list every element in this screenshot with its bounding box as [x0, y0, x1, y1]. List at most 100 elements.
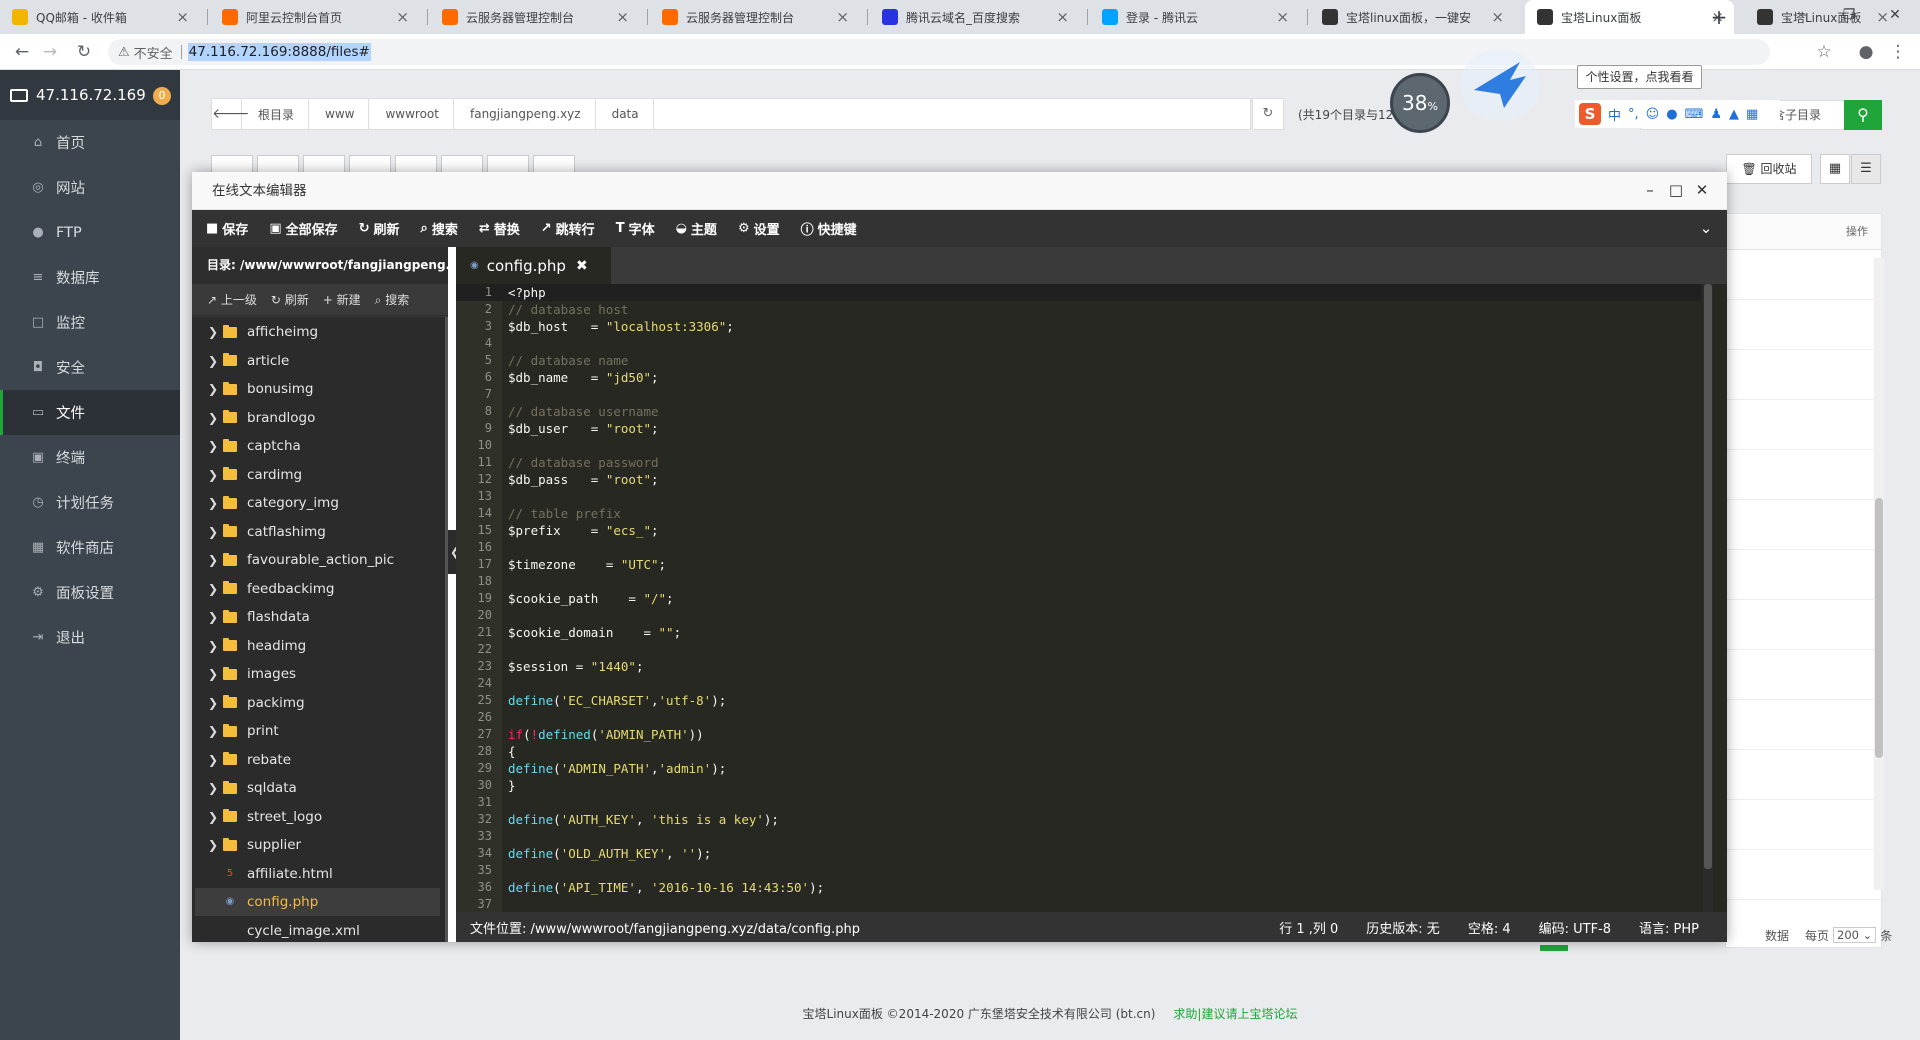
chevron-right-icon[interactable]: ❯ [203, 525, 223, 539]
sidebar-item-home[interactable]: ⌂ 首页 [0, 120, 180, 165]
code-line[interactable]: 35 [456, 862, 1701, 879]
file-action-refresh[interactable]: ↻ 刷新 [271, 291, 309, 308]
refresh-dir-button[interactable]: ↻ [1252, 98, 1284, 130]
sidebar-item-gear[interactable]: ⚙ 面板设置 [0, 570, 180, 615]
close-tab-icon[interactable]: ✖ [576, 258, 588, 274]
file-tree-item[interactable]: ❯ captcha [195, 432, 440, 460]
browser-tab[interactable]: 宝塔linux面板，一键安 × [1310, 0, 1514, 34]
code-line[interactable]: 1 <?php [456, 284, 1701, 301]
close-window-button[interactable]: ✕ [1872, 0, 1918, 30]
file-tree-item[interactable]: ❯ bonusimg [195, 375, 440, 403]
chevron-right-icon[interactable]: ❯ [203, 696, 223, 710]
file-tree-scrollbar[interactable] [445, 317, 448, 942]
sogou-ime-icon[interactable]: S [1579, 103, 1601, 125]
sidebar-item-terminal[interactable]: ▣ 终端 [0, 435, 180, 480]
chevron-right-icon[interactable]: ❯ [203, 382, 223, 396]
code-line[interactable]: 27 if(!defined('ADMIN_PATH')) [456, 726, 1701, 743]
code-line[interactable]: 12 $db_pass = "root"; [456, 471, 1701, 488]
maximize-icon[interactable]: □ [1666, 180, 1686, 200]
breadcrumb-item[interactable]: fangjiangpeng.xyz [454, 99, 596, 129]
code-line[interactable]: 22 [456, 641, 1701, 658]
history-version[interactable]: 历史版本: 无 [1366, 918, 1440, 937]
back-icon[interactable]: ← [10, 40, 34, 64]
code-line[interactable]: 20 [456, 607, 1701, 624]
code-line[interactable]: 32 define('AUTH_KEY', 'this is a key'); [456, 811, 1701, 828]
language-setting[interactable]: 语言: PHP [1639, 918, 1699, 937]
breadcrumb-item[interactable]: data [596, 99, 654, 129]
chevron-right-icon[interactable]: ❯ [203, 610, 223, 624]
code-line[interactable]: 30} [456, 777, 1701, 794]
bookmark-star-icon[interactable]: ☆ [1812, 40, 1836, 64]
code-line[interactable]: 28 { [456, 743, 1701, 760]
cursor-position[interactable]: 行 1 ,列 0 [1279, 918, 1338, 937]
file-action-up-level[interactable]: ↗ 上一级 [207, 291, 257, 308]
code-line[interactable]: 7 [456, 386, 1701, 403]
close-tab-icon[interactable]: × [1056, 8, 1069, 26]
breadcrumb-item[interactable]: www [309, 99, 370, 129]
chevron-right-icon[interactable]: ❯ [203, 325, 223, 339]
save-button[interactable]: ■ 保存 [206, 219, 248, 238]
code-line[interactable]: 18 [456, 573, 1701, 590]
file-tree-item[interactable]: ❯ headimg [195, 632, 440, 660]
code-line[interactable]: 29 define('ADMIN_PATH','admin'); [456, 760, 1701, 777]
code-line[interactable]: 9 $db_user = "root"; [456, 420, 1701, 437]
new-tab-button[interactable]: + [1706, 4, 1732, 30]
file-tree-item[interactable]: ❯ images [195, 660, 440, 688]
code-line[interactable]: 11 // database password [456, 454, 1701, 471]
chevron-right-icon[interactable]: ❯ [203, 582, 223, 596]
chevron-right-icon[interactable]: ❯ [203, 354, 223, 368]
code-line[interactable]: 2 // database host [456, 301, 1701, 318]
close-icon[interactable]: ✕ [1692, 180, 1712, 200]
code-line[interactable]: 24 [456, 675, 1701, 692]
save-all-button[interactable]: ▣ 全部保存 [269, 219, 337, 238]
browser-tab[interactable]: 阿里云控制台首页 × [210, 0, 419, 34]
code-line[interactable]: 15 $prefix = "ecs_"; [456, 522, 1701, 539]
sidebar-item-ftp[interactable]: ● FTP [0, 210, 180, 255]
breadcrumb-item[interactable]: 根目录 [242, 99, 310, 129]
chevron-right-icon[interactable]: ❯ [203, 724, 223, 738]
browser-tab[interactable]: 云服务器管理控制台 × [650, 0, 859, 34]
browser-tab[interactable]: 云服务器管理控制台 × [430, 0, 639, 34]
close-tab-icon[interactable]: × [1276, 8, 1289, 26]
goto-line-button[interactable]: ↗ 跳转行 [541, 219, 595, 238]
file-tree-item[interactable]: ❯ rebate [195, 746, 440, 774]
chevron-right-icon[interactable]: ❯ [203, 781, 223, 795]
file-tree-item[interactable]: ❯ afficheimg [195, 318, 440, 346]
file-tree-item[interactable]: ❯ street_logo [195, 803, 440, 831]
file-tree-item[interactable]: ❯ flashdata [195, 603, 440, 631]
url-text[interactable]: 47.116.72.169:8888/files# [187, 43, 371, 61]
code-line[interactable]: 6 $db_name = "jd50"; [456, 369, 1701, 386]
file-tree-item[interactable]: ❯ category_img [195, 489, 440, 517]
code-line[interactable]: 17 $timezone = "UTC"; [456, 556, 1701, 573]
code-line[interactable]: 37 [456, 896, 1701, 912]
ime-lang[interactable]: 中 [1608, 105, 1621, 124]
recycle-bin-button[interactable]: 🗑 回收站 [1726, 154, 1812, 184]
indent-setting[interactable]: 空格: 4 [1468, 918, 1511, 937]
performance-widget[interactable]: 38% [1390, 73, 1450, 133]
restore-window-button[interactable]: ❐ [1826, 0, 1872, 30]
code-line[interactable]: 23 $session = "1440"; [456, 658, 1701, 675]
sidebar-item-store[interactable]: ▦ 软件商店 [0, 525, 180, 570]
code-line[interactable]: 36 define('API_TIME', '2016-10-16 14:43:5… [456, 879, 1701, 896]
file-tree-item[interactable]: ❯ print [195, 717, 440, 745]
forum-link[interactable]: 求助|建议请上宝塔论坛 [1173, 1007, 1297, 1021]
chevron-right-icon[interactable]: ❯ [203, 553, 223, 567]
code-line[interactable]: 10 [456, 437, 1701, 454]
file-action-search[interactable]: ⌕ 搜索 [375, 291, 410, 308]
code-line[interactable]: 5 // database name [456, 352, 1701, 369]
code-line[interactable]: 33 [456, 828, 1701, 845]
font-button[interactable]: T 字体 [616, 219, 655, 238]
file-tree-item[interactable]: ❯ cardimg [195, 461, 440, 489]
code-line[interactable]: 16 [456, 539, 1701, 556]
list-view-icon[interactable]: ☰ [1851, 154, 1881, 184]
close-tab-icon[interactable]: × [176, 8, 189, 26]
file-tree-item[interactable]: ❯ feedbackimg [195, 575, 440, 603]
chevron-right-icon[interactable]: ❯ [203, 667, 223, 681]
code-line[interactable]: 14 // table prefix [456, 505, 1701, 522]
code-line[interactable]: 13 [456, 488, 1701, 505]
code-line[interactable]: 26 [456, 709, 1701, 726]
sidebar-item-logout[interactable]: ⇥ 退出 [0, 615, 180, 660]
file-tree-item[interactable]: ❯ supplier [195, 831, 440, 859]
chevron-right-icon[interactable]: ❯ [203, 838, 223, 852]
chevron-right-icon[interactable]: ❯ [203, 496, 223, 510]
